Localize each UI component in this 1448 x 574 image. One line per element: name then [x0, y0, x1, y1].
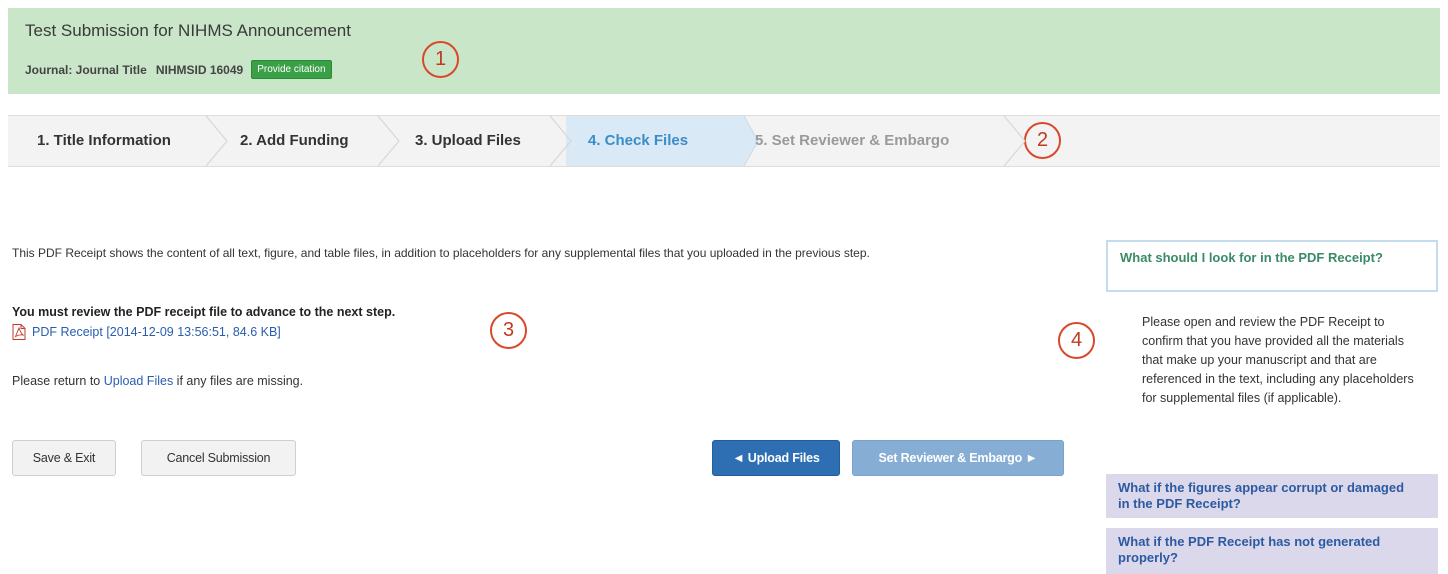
callout-3: 3: [490, 312, 527, 349]
step-title-information[interactable]: 1. Title Information: [37, 116, 171, 166]
review-requirement-text: You must review the PDF receipt file to …: [12, 305, 396, 319]
upload-files-back-button[interactable]: ◄ Upload Files: [712, 440, 840, 476]
pdf-receipt-row: PDF Receipt [2014-12-09 13:56:51, 84.6 K…: [12, 324, 281, 340]
faq-question-title: What should I look for in the PDF Receip…: [1120, 250, 1383, 265]
faq-question-title: What if the figures appear corrupt or da…: [1118, 480, 1405, 511]
return-instruction: Please return to Upload Files if any fil…: [12, 374, 304, 388]
step-add-funding[interactable]: 2. Add Funding: [240, 116, 349, 166]
provide-citation-button[interactable]: Provide citation: [251, 60, 332, 79]
step-divider-icon: [549, 116, 574, 166]
callout-4: 4: [1058, 322, 1095, 359]
callout-1: 1: [422, 41, 459, 78]
submission-title: Test Submission for NIHMS Announcement: [25, 21, 351, 40]
step-set-reviewer-embargo: 5. Set Reviewer & Embargo: [755, 132, 950, 149]
pdf-receipt-link[interactable]: PDF Receipt [2014-12-09 13:56:51, 84.6 K…: [32, 325, 281, 339]
step-upload-files[interactable]: 3. Upload Files: [415, 116, 521, 166]
journal-label: Journal: Journal Title: [25, 62, 147, 77]
faq-receipt-not-generated[interactable]: What if the PDF Receipt has not generate…: [1106, 528, 1438, 574]
set-reviewer-embargo-button: Set Reviewer & Embargo ►: [852, 440, 1064, 476]
progress-steps: 1. Title Information 2. Add Funding 3. U…: [8, 115, 1440, 167]
faq-answer-text: Please open and review the PDF Receipt t…: [1142, 315, 1414, 405]
save-exit-button[interactable]: Save & Exit: [12, 440, 116, 476]
step-divider-icon: [1003, 116, 1026, 166]
upload-files-link[interactable]: Upload Files: [104, 374, 173, 388]
submission-header: Test Submission for NIHMS Announcement J…: [8, 8, 1440, 94]
faq-figures-corrupt[interactable]: What if the figures appear corrupt or da…: [1106, 474, 1438, 518]
pdf-receipt-description: This PDF Receipt shows the content of al…: [12, 246, 870, 260]
faq-what-to-look-for[interactable]: What should I look for in the PDF Receip…: [1106, 240, 1438, 292]
submission-meta: Journal: Journal Title NIHMSID 16049 Pro…: [25, 60, 332, 79]
faq-question-title: What if the PDF Receipt has not generate…: [1118, 534, 1381, 565]
step-divider-icon: [377, 116, 400, 166]
pdf-file-icon: [12, 324, 26, 340]
callout-2: 2: [1024, 122, 1061, 159]
nihmsid-label: NIHMSID 16049: [155, 62, 244, 77]
cancel-submission-button[interactable]: Cancel Submission: [141, 440, 296, 476]
step-divider-icon: [205, 116, 228, 166]
